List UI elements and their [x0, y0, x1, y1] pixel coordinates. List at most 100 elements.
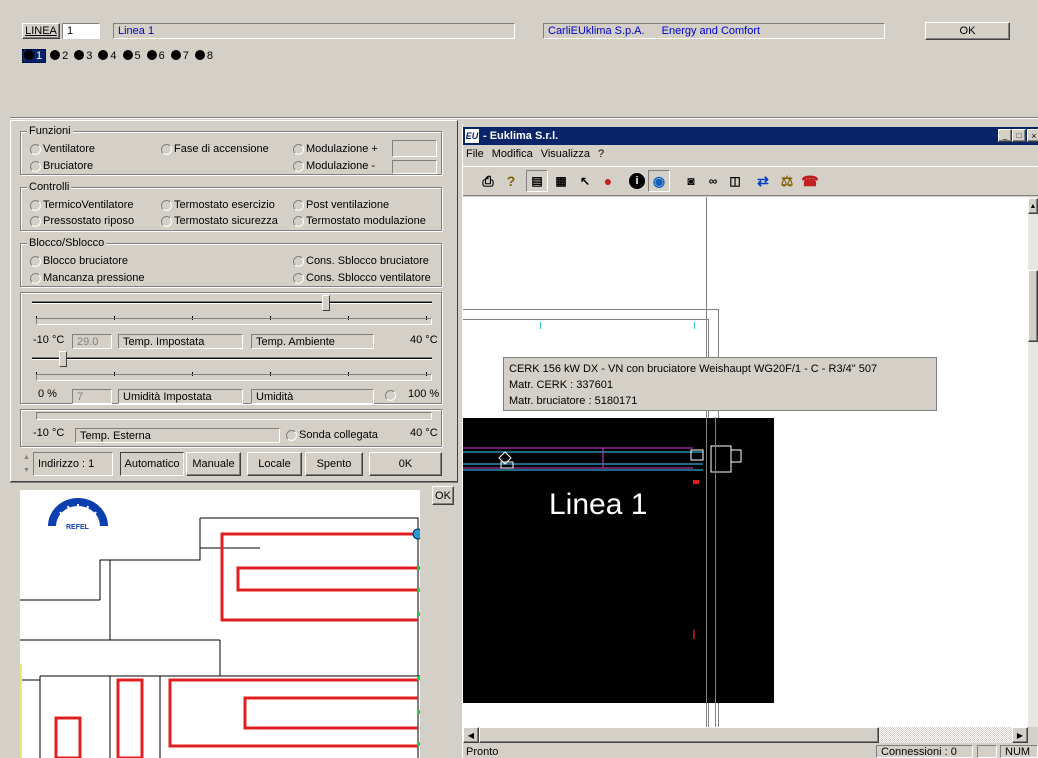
address-spinner[interactable]: ▲ ▼	[22, 451, 31, 477]
external-temp-bar	[36, 412, 432, 420]
radio-icon	[30, 160, 41, 172]
temp-impostata-label: Temp. Impostata	[118, 334, 243, 349]
line-item-3[interactable]: 3	[74, 50, 92, 62]
drawing-canvas[interactable]: I I Linea 1 I CERK 156 kW DX - VN con br…	[463, 197, 1028, 727]
radio-icon	[161, 143, 172, 155]
minimize-button[interactable]: _	[998, 129, 1012, 142]
radio-label: Cons. Sblocco ventilatore	[306, 272, 431, 284]
line-number-field[interactable]: 1	[62, 23, 100, 39]
map-ok-button[interactable]: OK	[432, 486, 454, 505]
line-item-label: 6	[158, 50, 165, 62]
radio-modulazione-plus[interactable]: Modulazione +	[293, 143, 378, 155]
modulazione-minus-indicator	[392, 160, 437, 174]
radio-ventilatore[interactable]: Ventilatore	[30, 143, 95, 155]
scroll-left-button[interactable]: ◀	[463, 727, 479, 743]
camera-icon[interactable]: ◙	[680, 170, 702, 192]
header-divider	[10, 117, 1038, 119]
temp-max-label: 40 °C	[410, 334, 438, 346]
spin-up-icon[interactable]: ▲	[23, 454, 30, 461]
menu-help[interactable]: ?	[598, 148, 604, 164]
temp-ambiente-label: Temp. Ambiente	[251, 334, 374, 349]
palette-icon[interactable]: ●	[597, 170, 619, 192]
line-item-5[interactable]: 5	[122, 50, 141, 62]
menu-file[interactable]: File	[466, 148, 484, 164]
euklima-title-bar[interactable]: EU - Euklima S.r.l.	[463, 127, 1038, 145]
line-item-label: 1	[36, 50, 43, 62]
humidity-value-field[interactable]: 7	[72, 389, 112, 404]
info-icon[interactable]: i	[626, 170, 648, 192]
refresh-icon[interactable]: ⇄	[752, 170, 774, 192]
document-icon[interactable]: ▦	[550, 170, 572, 192]
radio-post-ventilazione[interactable]: Post ventilazione	[293, 199, 389, 211]
radio-modulazione-minus[interactable]: Modulazione -	[293, 160, 375, 172]
radio-dot-icon	[74, 50, 85, 60]
globe-icon[interactable]: ◉	[648, 170, 670, 192]
ok-button[interactable]: 0K	[369, 452, 442, 476]
spento-button[interactable]: Spento	[305, 452, 363, 476]
line-item-6[interactable]: 6	[146, 50, 165, 62]
radio-label: Modulazione -	[306, 160, 376, 172]
blocco-title: Blocco/Sblocco	[27, 237, 107, 249]
line-button[interactable]: LINEA	[22, 23, 60, 39]
company-name: CarliEUklima S.p.A.	[548, 25, 645, 37]
line-item-1[interactable]: 1	[22, 49, 47, 63]
humidity-slider-track	[32, 357, 432, 360]
scroll-right-button[interactable]: ▶	[1012, 727, 1028, 743]
line-item-4[interactable]: 4	[98, 50, 117, 62]
scroll-thumb-horizontal[interactable]	[479, 727, 879, 743]
help-icon[interactable]: ?	[500, 170, 522, 192]
spin-down-icon[interactable]: ▼	[23, 467, 30, 474]
close-button[interactable]: ×	[1027, 129, 1038, 142]
radio-cons-sblocco-ventilatore[interactable]: Cons. Sblocco ventilatore	[293, 272, 431, 284]
radio-bruciatore[interactable]: Bruciatore	[30, 160, 93, 172]
address-field[interactable]: Indirizzo : 1	[33, 452, 113, 476]
floor-plan[interactable]: REFEL	[20, 490, 420, 758]
menu-visualizza[interactable]: Visualizza	[541, 148, 590, 164]
red-marker: I	[692, 626, 696, 642]
refel-logo	[48, 498, 108, 527]
line-item-2[interactable]: 2	[50, 50, 68, 62]
radio-sonda-collegata[interactable]: Sonda collegata	[286, 429, 378, 441]
radio-cons-sblocco-bruciatore[interactable]: Cons. Sblocco bruciatore	[293, 255, 429, 267]
pointer-icon[interactable]: ↖	[574, 170, 596, 192]
temp-value-field[interactable]: 29.0	[72, 334, 112, 349]
menu-modifica[interactable]: Modifica	[492, 148, 533, 164]
automatico-button[interactable]: Automatico	[120, 452, 184, 476]
line-selector: 1 2 3 4 5 6 7 8	[22, 49, 213, 63]
radio-label: Cons. Sblocco bruciatore	[306, 255, 429, 267]
radio-termostato-esercizio[interactable]: Termostato esercizio	[161, 199, 275, 211]
network-icon[interactable]: ⚖	[776, 170, 798, 192]
radio-pressostato-riposo[interactable]: Pressostato riposo	[30, 215, 134, 227]
radio-termostato-sicurezza[interactable]: Termostato sicurezza	[161, 215, 278, 227]
line-item-label: 8	[206, 50, 213, 62]
radio-mancanza-pressione[interactable]: Mancanza pressione	[30, 272, 145, 284]
humidity-radio[interactable]	[385, 390, 398, 401]
radio-icon	[30, 272, 41, 284]
radio-dot-icon	[98, 50, 109, 60]
humidity-bar	[36, 374, 432, 381]
temp-slider-thumb[interactable]	[322, 295, 330, 311]
radio-termostato-modulazione[interactable]: Termostato modulazione	[293, 215, 426, 227]
radio-termico-ventilatore[interactable]: TermicoVentilatore	[30, 199, 134, 211]
manuale-button[interactable]: Manuale	[186, 452, 241, 476]
radio-blocco-bruciatore[interactable]: Blocco bruciatore	[30, 255, 128, 267]
connessioni-field: Connessioni : 0	[876, 745, 973, 758]
binoculars-icon[interactable]: ∞	[702, 170, 724, 192]
maximize-button[interactable]: □	[1012, 129, 1026, 142]
header-ok-button[interactable]: OK	[925, 22, 1010, 40]
outer-frame	[463, 309, 718, 310]
scroll-thumb-vertical[interactable]	[1028, 270, 1038, 342]
scroll-up-button[interactable]: ▲	[1028, 198, 1038, 214]
radio-dot-icon	[122, 50, 133, 60]
cyan-marker-2: I	[693, 321, 696, 332]
image-icon[interactable]: ◫	[724, 170, 746, 192]
humidity-slider-thumb[interactable]	[59, 351, 67, 367]
phone-icon[interactable]: ☎	[799, 170, 821, 192]
chart-icon[interactable]: ▤	[526, 170, 548, 192]
locale-button[interactable]: Locale	[247, 452, 302, 476]
radio-label: Post ventilazione	[306, 199, 390, 211]
print-icon[interactable]: ⎙	[477, 170, 499, 192]
radio-fase-accensione[interactable]: Fase di accensione	[161, 143, 269, 155]
line-item-7[interactable]: 7	[170, 50, 189, 62]
line-item-8[interactable]: 8	[194, 50, 213, 62]
